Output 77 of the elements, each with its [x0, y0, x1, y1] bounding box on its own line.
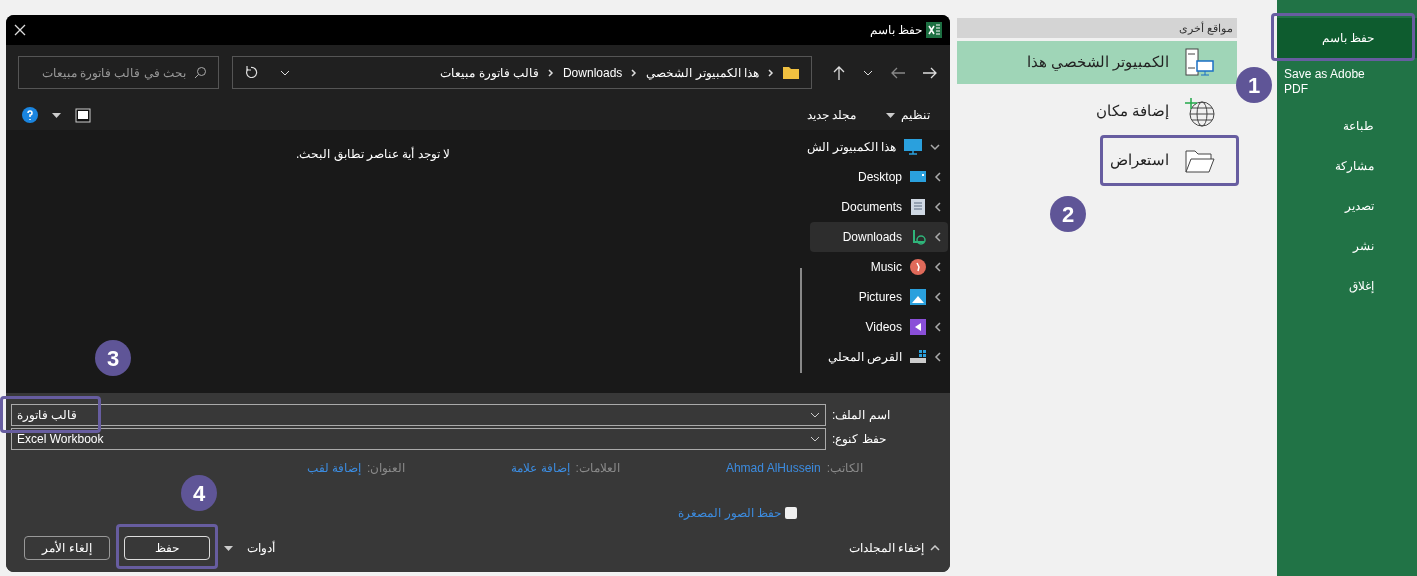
search-icon: [194, 66, 207, 79]
folder-icon: [1185, 148, 1215, 173]
chevron-icon[interactable]: [934, 322, 942, 332]
chevron-icon[interactable]: [934, 292, 942, 302]
back-arrow-icon[interactable]: [891, 66, 905, 79]
dropdown-icon: [810, 436, 820, 442]
desktop-folder-icon: [910, 170, 926, 184]
view-icon[interactable]: [75, 107, 91, 123]
video-icon: [910, 319, 926, 335]
sidebar-item[interactable]: نشر: [1277, 226, 1417, 266]
chevron-icon[interactable]: [934, 202, 942, 212]
chevron-icon[interactable]: [934, 262, 942, 272]
field-label: حفظ كنوع:: [832, 431, 886, 448]
sidebar-item[interactable]: طباعة: [1277, 106, 1417, 146]
download-icon: [910, 229, 926, 245]
sidebar-item[interactable]: حفظ باسم: [1277, 18, 1417, 58]
tree-item[interactable]: Documents: [810, 192, 948, 222]
section-heading: مواقع أخرى: [957, 18, 1237, 38]
sidebar-item[interactable]: مشاركة: [1277, 146, 1417, 186]
chevron-icon[interactable]: [934, 172, 942, 182]
chevron-icon[interactable]: [934, 232, 942, 242]
tree-item[interactable]: هذا الكمبيوتر الش: [805, 132, 948, 162]
tools-button[interactable]: أدوات: [247, 539, 275, 557]
up-arrow-icon[interactable]: [833, 65, 845, 80]
dropdown-icon: [886, 112, 895, 118]
file-type-select[interactable]: Excel Workbook: [11, 428, 826, 450]
dropdown-icon[interactable]: [52, 112, 61, 118]
document-icon: [911, 199, 925, 215]
music-icon: [910, 259, 926, 275]
chevron-up-icon: [930, 545, 940, 551]
field-label: الكاتب:: [826, 460, 863, 477]
organize-button[interactable]: تنظيم: [886, 106, 930, 124]
tree-item[interactable]: Desktop: [810, 162, 948, 192]
save-button[interactable]: حفظ: [124, 536, 210, 560]
checkbox[interactable]: [785, 507, 797, 519]
file-name-field[interactable]: قالب فاتورة: [11, 404, 826, 426]
breadcrumb-item[interactable]: Downloads: [562, 63, 623, 82]
dropdown-icon[interactable]: [863, 69, 873, 76]
sidebar-item[interactable]: Save as Adobe PDF: [1277, 58, 1417, 106]
search-field[interactable]: بحث في قالب فاتورة مبيعات: [18, 56, 219, 89]
dropdown-icon: [810, 412, 820, 418]
location-item[interactable]: استعراض: [1099, 139, 1237, 182]
breadcrumb-item[interactable]: هذا الكمبيوتر الشخصي: [646, 63, 759, 82]
drive-icon: [910, 350, 926, 364]
tree-item[interactable]: القرص المحلي: [810, 342, 948, 372]
field-label: العلامات:: [575, 460, 620, 477]
breadcrumb-item[interactable]: قالب فاتورة مبيعات: [440, 63, 539, 82]
dropdown-icon[interactable]: [280, 69, 290, 76]
tree-item[interactable]: Music: [810, 252, 948, 282]
sidebar-item[interactable]: إغلاق: [1277, 266, 1417, 306]
globe-add-icon: [1185, 96, 1215, 127]
tree-item[interactable]: Videos: [810, 312, 948, 342]
new-folder-button[interactable]: مجلد جديد: [806, 106, 856, 124]
close-icon[interactable]: [14, 24, 26, 36]
picture-icon: [910, 289, 926, 305]
location-item[interactable]: الكمبيوتر الشخصي هذا: [957, 41, 1237, 84]
help-icon[interactable]: [22, 107, 38, 123]
spreadsheet-app-icon: [926, 22, 942, 38]
chevron-icon[interactable]: [934, 352, 942, 362]
window-title: حفظ باسم: [869, 22, 922, 39]
folder-icon: [783, 66, 799, 79]
field-label: العنوان:: [366, 460, 406, 477]
hide-folders-button[interactable]: إخفاء المجلدات: [848, 539, 940, 557]
forward-arrow-icon[interactable]: [923, 66, 937, 79]
sidebar-item[interactable]: تصدير: [1277, 186, 1417, 226]
tree-item[interactable]: Pictures: [810, 282, 948, 312]
computer-icon: [1185, 47, 1215, 78]
monitor-icon: [904, 139, 922, 155]
scrollbar-thumb[interactable]: [800, 268, 802, 373]
field-label: اسم الملف:: [832, 407, 890, 424]
location-item[interactable]: إضافة مكان: [957, 90, 1237, 133]
empty-message: لا توجد أية عناصر تطابق البحث.: [296, 146, 450, 161]
chevron-icon: [930, 143, 940, 151]
tree-item[interactable]: Downloads: [810, 222, 948, 252]
dropdown-icon[interactable]: [224, 545, 233, 551]
cancel-button[interactable]: إلغاء الأمر: [24, 536, 110, 560]
refresh-icon[interactable]: [245, 66, 258, 79]
